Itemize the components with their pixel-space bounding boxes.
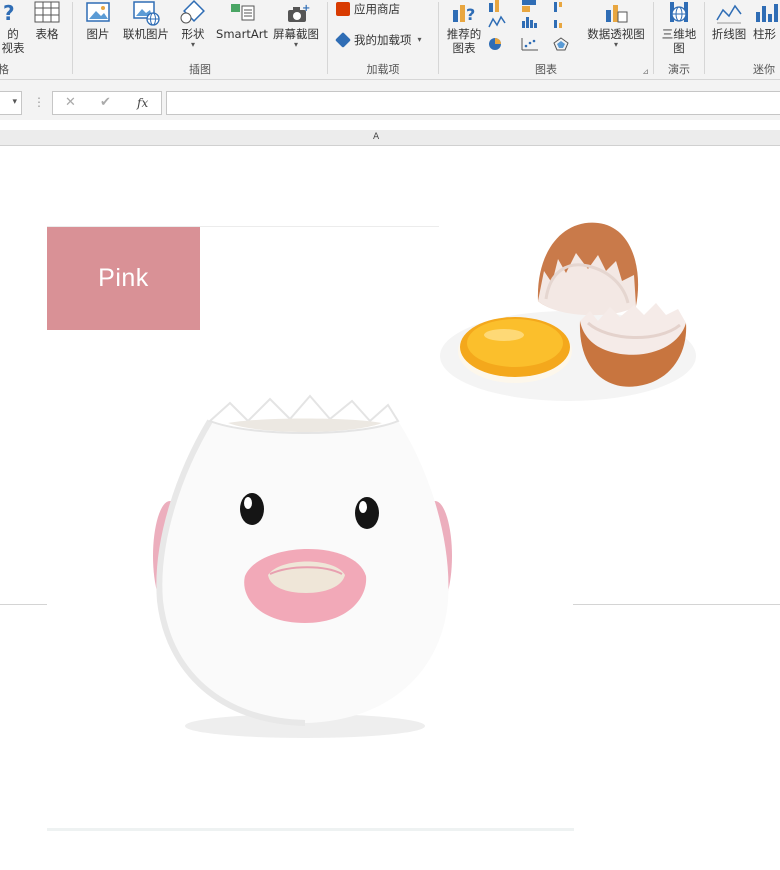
name-box[interactable]: ▾ <box>0 91 22 115</box>
screenshot-button[interactable]: + 屏幕截图 ▾ <box>270 0 322 49</box>
group-label-tables: 格 <box>0 63 9 76</box>
ribbon-group-tables: ? 的 视表 表格 格 <box>0 0 72 80</box>
recommended-chart-icon: ? <box>450 0 478 26</box>
recommended-charts-button[interactable]: ? 推荐的 图表 <box>444 0 484 55</box>
formula-input[interactable] <box>166 91 780 115</box>
3d-map-label-2: 图 <box>673 41 685 55</box>
enter-icon[interactable]: ✔ <box>100 95 111 110</box>
question-icon: ? <box>3 0 23 26</box>
my-addins-button[interactable]: 我的加载项 ▾ <box>335 32 422 48</box>
pink-label-box[interactable]: Pink <box>47 227 200 330</box>
screenshot-dropdown-icon[interactable]: ▾ <box>294 41 298 49</box>
column-header-row: A <box>0 130 780 146</box>
insert-function-icon[interactable]: fx <box>137 96 148 110</box>
group-label-tours: 演示 <box>668 63 690 76</box>
column-chart-icon[interactable] <box>488 0 506 14</box>
worksheet[interactable]: Pink <box>0 146 780 870</box>
recommended-charts-label-1: 推荐的 <box>446 27 482 41</box>
pivot-chart-button[interactable]: 数据透视图 ▾ <box>585 0 647 49</box>
app-store-label: 应用商店 <box>354 2 400 16</box>
ribbon-group-tours: 三维地 图 演示 <box>654 0 704 80</box>
my-addins-label: 我的加载项 <box>354 33 412 47</box>
radar-chart-icon[interactable] <box>553 37 571 51</box>
3d-map-button[interactable]: 三维地 图 <box>657 0 701 55</box>
column-header-a[interactable]: A <box>373 132 379 142</box>
ribbon-group-charts: ? 推荐的 图表 数据透视图 ▾ 图表 ⊿ <box>439 0 653 80</box>
3d-map-label-1: 三维地 <box>661 27 697 41</box>
dialog-launcher-icon[interactable]: ⊿ <box>642 67 649 76</box>
formula-bar: ▾ ⋮ ✕ ✔ fx <box>0 80 780 120</box>
cancel-icon[interactable]: ✕ <box>65 95 76 110</box>
shapes-label: 形状 <box>181 27 205 41</box>
group-label-addins: 加载项 <box>366 63 400 76</box>
online-pictures-button[interactable]: 联机图片 <box>120 0 172 41</box>
waterfall-chart-icon[interactable] <box>553 0 571 14</box>
my-addins-dropdown-icon[interactable]: ▾ <box>418 36 422 44</box>
sparkline-column-button[interactable]: 柱形 <box>753 0 780 41</box>
line-chart-icon[interactable] <box>488 15 506 29</box>
table-icon <box>33 0 61 26</box>
camera-icon: + <box>282 0 310 26</box>
scatter-chart-icon[interactable] <box>521 37 539 51</box>
app-store-button[interactable]: 应用商店 <box>336 1 400 17</box>
combo-chart-icon[interactable] <box>553 15 571 29</box>
recommended-charts-label-2: 图表 <box>452 41 476 55</box>
sparkline-line-icon <box>715 0 743 26</box>
svg-text:?: ? <box>466 5 475 24</box>
group-label-charts: 图表 <box>535 63 557 76</box>
cell-border <box>573 604 780 605</box>
shapes-icon <box>179 0 207 26</box>
chick-egg-separator-image[interactable] <box>130 391 480 751</box>
pictures-label: 图片 <box>86 27 110 41</box>
table-label: 表格 <box>35 27 59 41</box>
ribbon: ? 的 视表 表格 格 图片 联机图片 形状 ▾ SmartArt + 屏幕截图… <box>0 0 780 80</box>
slide-bottom-edge <box>47 828 574 831</box>
ribbon-group-addins: 应用商店 我的加载项 ▾ 加载项 <box>328 0 438 80</box>
cracked-eggs-image[interactable] <box>438 211 698 406</box>
shapes-dropdown-icon[interactable]: ▾ <box>191 41 195 49</box>
smartart-icon <box>228 0 256 26</box>
sparkline-column-icon <box>753 0 780 26</box>
pivot-chart-icon <box>602 0 630 26</box>
sparkline-column-label: 柱形 <box>753 27 776 41</box>
online-picture-icon <box>132 0 160 26</box>
pie-chart-icon[interactable] <box>488 37 506 51</box>
screenshot-label: 屏幕截图 <box>273 27 319 41</box>
pivot-table-label-2: 视表 <box>1 41 25 55</box>
smartart-button[interactable]: SmartArt <box>214 0 270 41</box>
formula-bar-grip[interactable]: ⋮ <box>33 95 45 109</box>
group-label-sparklines: 迷你 <box>753 63 775 76</box>
store-icon <box>336 2 350 16</box>
pivot-chart-dropdown-icon[interactable]: ▾ <box>614 41 618 49</box>
pivot-chart-label: 数据透视图 <box>587 27 645 41</box>
name-box-dropdown-icon[interactable]: ▾ <box>12 97 17 107</box>
stat-chart-icon[interactable] <box>521 15 539 29</box>
smartart-label: SmartArt <box>216 27 268 41</box>
hierarchy-chart-icon[interactable] <box>521 0 539 14</box>
pink-label: Pink <box>98 264 149 292</box>
group-label-illustrations: 插图 <box>189 63 211 76</box>
globe-icon <box>665 0 693 26</box>
ribbon-group-illustrations: 图片 联机图片 形状 ▾ SmartArt + 屏幕截图 ▾ 插图 <box>73 0 327 80</box>
table-button[interactable]: 表格 <box>32 0 62 41</box>
svg-text:+: + <box>302 3 310 14</box>
shapes-button[interactable]: 形状 ▾ <box>176 0 210 49</box>
pivot-table-label-1: 的 <box>7 27 19 41</box>
pictures-button[interactable]: 图片 <box>81 0 115 41</box>
ribbon-group-sparklines: 折线图 柱形 迷你 <box>705 0 780 80</box>
sparkline-line-label: 折线图 <box>711 27 747 41</box>
addin-icon <box>335 32 351 48</box>
cell-border <box>0 604 47 605</box>
svg-text:?: ? <box>3 1 15 25</box>
formula-buttons: ✕ ✔ fx <box>52 91 162 115</box>
sparkline-line-button[interactable]: 折线图 <box>711 0 747 41</box>
pivot-table-button[interactable]: ? 的 视表 <box>0 0 26 55</box>
online-pictures-label: 联机图片 <box>123 27 169 41</box>
picture-icon <box>84 0 112 26</box>
